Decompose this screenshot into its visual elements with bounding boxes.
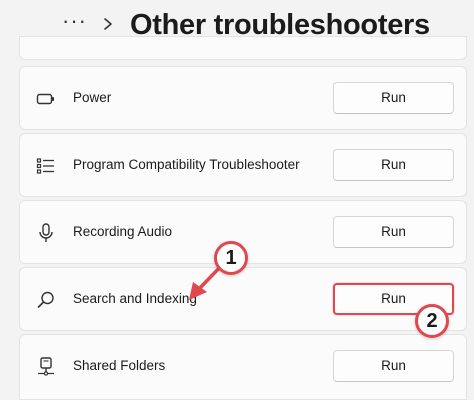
troubleshooter-power: Power Run <box>19 66 467 130</box>
troubleshooter-search-indexing: Search and Indexing Run <box>19 267 467 331</box>
troubleshooter-program-compatibility: Program Compatibility Troubleshooter Run <box>19 133 467 197</box>
step-2-badge: 2 <box>415 304 449 338</box>
battery-icon <box>36 93 54 105</box>
step-1-badge: 1 <box>214 241 248 275</box>
troubleshooter-label: Shared Folders <box>73 358 166 373</box>
troubleshooter-label: Search and Indexing <box>73 291 197 306</box>
run-recording-audio-button[interactable]: Run <box>333 216 454 248</box>
troubleshooter-label: Power <box>73 90 112 105</box>
chevron-right-icon <box>104 18 112 30</box>
settings-page: ··· Other troubleshooters Power Run Prog… <box>0 0 474 400</box>
more-options-button[interactable]: ··· <box>62 8 87 34</box>
troubleshooter-label: Program Compatibility Troubleshooter <box>73 157 300 172</box>
network-drive-icon <box>38 357 54 376</box>
troubleshooter-label: Recording Audio <box>73 224 173 239</box>
list-icon <box>36 158 54 174</box>
run-power-button[interactable]: Run <box>333 82 454 114</box>
run-shared-folders-button[interactable]: Run <box>333 350 454 382</box>
search-icon <box>37 291 54 308</box>
previous-item-card <box>19 36 467 60</box>
run-program-compatibility-button[interactable]: Run <box>333 149 454 181</box>
troubleshooter-shared-folders: Shared Folders Run <box>19 334 467 400</box>
microphone-icon <box>39 223 53 242</box>
